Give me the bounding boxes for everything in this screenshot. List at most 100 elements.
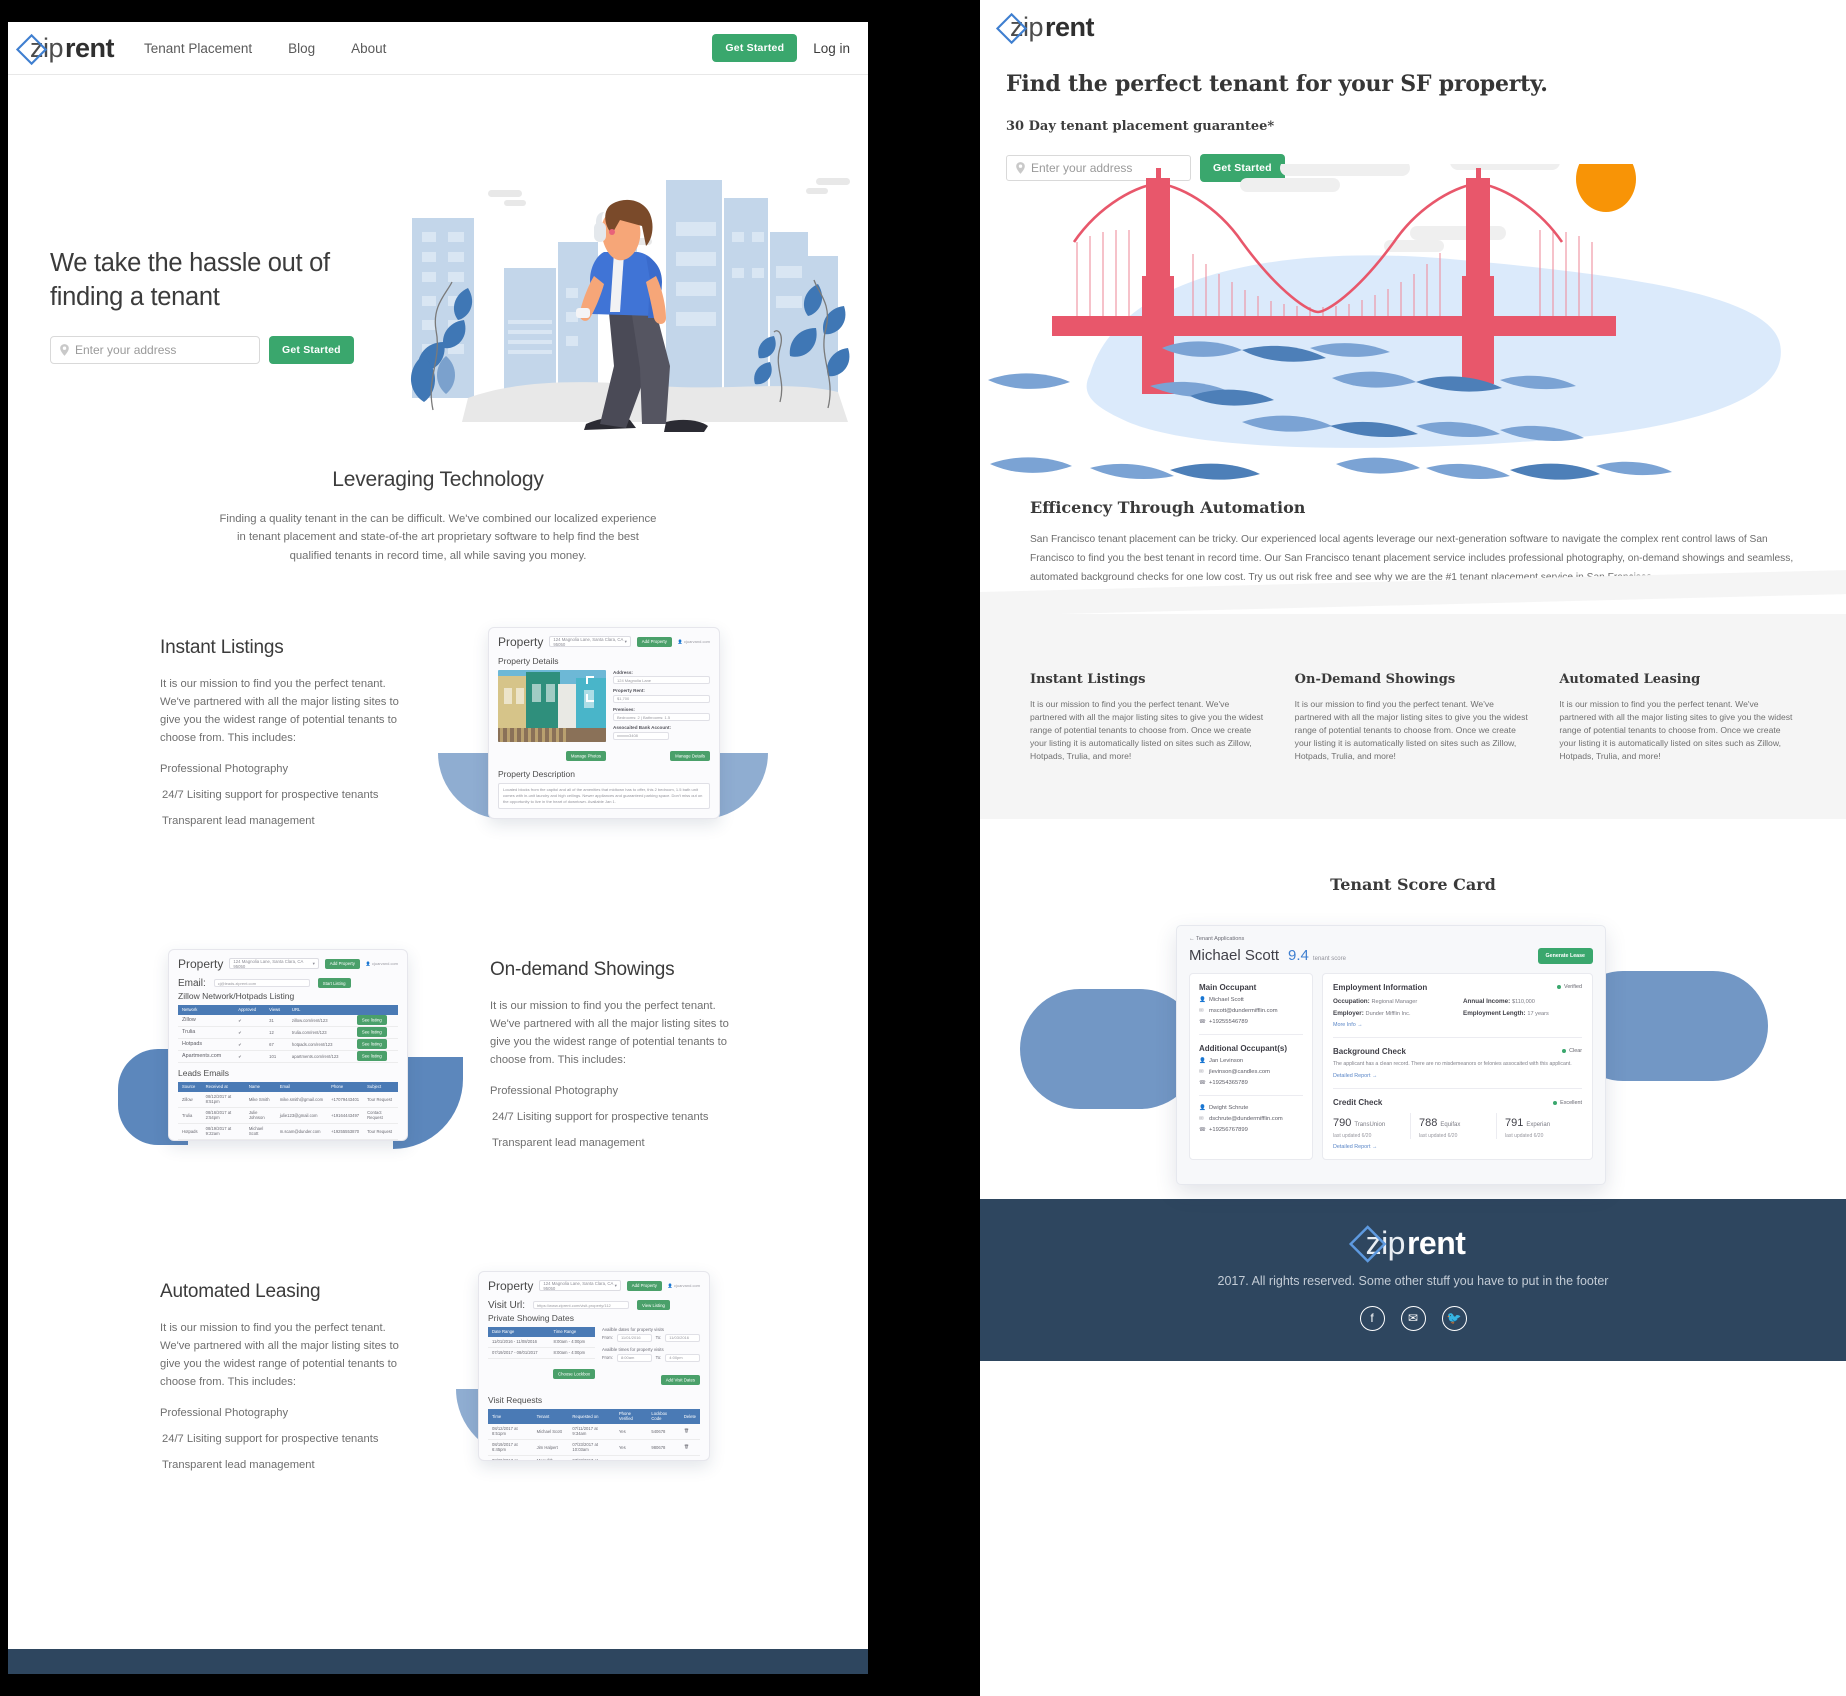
mockup3-add-visit-dates-button[interactable]: Add Visit Dates xyxy=(660,1375,700,1386)
left-hero-form: Enter your address Get Started xyxy=(50,336,380,365)
mockup3-req-col-2: Requested on xyxy=(572,1413,599,1419)
right-footer-copyright: 2017. All rights reserved. Some other st… xyxy=(1217,1273,1609,1288)
right-logo[interactable]: ⃟ ziprent xyxy=(1006,12,1820,43)
mockup2-network-table: Network Approved Views URL Zillow ✔ 31 zill… xyxy=(178,1004,398,1063)
feature-3-bullet-0: Professional Photography xyxy=(160,1407,289,1420)
left-hero-title: We take the hassle out of finding a tena… xyxy=(50,249,330,311)
credit-bureau-name-0: TransUnion xyxy=(1354,1122,1386,1129)
mockup1-manage-photos-button[interactable]: Manage Photos xyxy=(565,751,606,762)
right-logo-rent: rent xyxy=(1045,12,1095,42)
mockup1-address-select[interactable]: 124 Magnolia Lane, Santa Clara, CA 95050… xyxy=(549,636,631,648)
screenshot-stage: ⃟ ziprent Tenant Placement Blog About Ge… xyxy=(0,0,1846,1696)
mockup3-choose-lockbox-button[interactable]: Choose Lockbox xyxy=(552,1369,595,1380)
trash-icon[interactable]: 🗑 xyxy=(680,1439,700,1455)
feature-2-bullet-0: Professional Photography xyxy=(490,1085,619,1098)
mockup3-avail-times-label: Availble times for property visits xyxy=(602,1346,664,1352)
back-to-applications-link[interactable]: ← Tenant Applications xyxy=(1189,936,1593,942)
credit-score-1: 788 xyxy=(1419,1117,1438,1130)
mockup1-field-label-2: Premises: xyxy=(613,706,635,712)
address-input[interactable]: Enter your address xyxy=(50,336,260,365)
mockup2-r1-see-listing-button[interactable]: See listing xyxy=(356,1027,387,1038)
envelope-icon: ✉ xyxy=(1199,1115,1204,1122)
mockup1-field-label-0: Address: xyxy=(613,669,633,675)
mockup2-lead0-email: mike.smith@gmail.com xyxy=(279,1096,324,1102)
mockup3-add-property-button[interactable]: Add Property xyxy=(626,1280,662,1291)
twitter-icon[interactable]: 🐦 xyxy=(1441,1305,1467,1331)
mockup2-lead2-phone: +19255553870 xyxy=(331,1128,360,1134)
mockup1-field-value-2[interactable]: Bedrooms: 2 | Bathrooms: 1.5 xyxy=(613,713,710,722)
mockup3-req-col-3: Phone Verified xyxy=(618,1411,633,1422)
right-hero: Find the perfect tenant for your SF prop… xyxy=(980,43,1846,182)
mockup3-req-col-5: Delete xyxy=(683,1413,696,1419)
mockup2-add-property-button[interactable]: Add Property xyxy=(324,958,360,969)
credit-check-heading: Credit Check xyxy=(1333,1098,1383,1108)
mockup3-time-to-value[interactable]: 4:00pm xyxy=(665,1353,700,1362)
employment-occupation: Occupation: Regional Manager xyxy=(1333,998,1441,1005)
feature-1-copy: Instant Listings It is our mission to fi… xyxy=(160,637,415,828)
mockup3-address-select[interactable]: 124 Magnolia Lane, Santa Clara, CA 95050… xyxy=(539,1280,621,1292)
mockup1-add-property-button[interactable]: Add Property xyxy=(636,636,672,647)
mockup2-address-select[interactable]: 124 Magnolia Lane, Santa Clara, CA 95050… xyxy=(229,958,319,970)
table-row: Hotpads ✔ 67 hotpads.com/rent/123 See listin… xyxy=(178,1038,398,1051)
tenant-score-value: 9.4 xyxy=(1288,946,1309,964)
credit-bureau-2: 791 Experian last updated 6/20 xyxy=(1497,1113,1582,1139)
more-info-link[interactable]: More Info → xyxy=(1333,1022,1582,1028)
mockup3-date-from-value[interactable]: 11/01/2016 xyxy=(616,1333,652,1342)
mockup2-r0-see-listing-button[interactable]: See listing xyxy=(356,1015,387,1026)
left-footer: ⃟ ziprent 2017. All rights reserved. Som… xyxy=(8,1648,868,1674)
right-footer-logo-rent: rent xyxy=(1406,1224,1466,1261)
right-hero-subtitle: 30 Day tenant placement guarantee* xyxy=(1006,119,1275,134)
mockup2-r3-see-listing-button[interactable]: See listing xyxy=(356,1051,387,1062)
score-card-header: Michael Scott 9.4 tenant score Generate … xyxy=(1189,947,1593,964)
background-detailed-report-link[interactable]: Detailed Report → xyxy=(1333,1073,1582,1079)
mockup1-field-label-1: Property Rent: xyxy=(613,688,645,694)
mockup2-leads-heading: Leads Emails xyxy=(178,1067,230,1078)
mockup1-field-value-0[interactable]: 124 Magnolia Lane xyxy=(613,676,710,685)
nav-login-link[interactable]: Log in xyxy=(813,41,850,56)
mockup2-r2-views: 67 xyxy=(269,1041,274,1047)
right-footer-logo[interactable]: ⃟ ziprent xyxy=(1361,1225,1466,1262)
left-logo[interactable]: ⃟ ziprent xyxy=(26,32,115,64)
left-site-panel: ⃟ ziprent Tenant Placement Blog About Ge… xyxy=(8,22,868,1674)
mockup3-date-to-value[interactable]: 11/03/2016 xyxy=(665,1333,700,1342)
mockup3-req0-time: 08/12/2017 at 8:51pm xyxy=(492,1426,518,1437)
mockup3-req2-requested: 07/23/2017 at 3:45pm xyxy=(572,1458,599,1461)
mockup1-field-value-1[interactable]: $1,700 xyxy=(613,694,710,703)
nav-item-blog[interactable]: Blog xyxy=(288,41,315,56)
feature-1-bullet-0: Professional Photography xyxy=(160,763,289,776)
mockup2-email-value[interactable]: cj@leads.ziprent.com xyxy=(213,979,310,988)
facebook-icon[interactable]: f xyxy=(1359,1305,1385,1331)
hero-get-started-button[interactable]: Get Started xyxy=(269,336,354,365)
mockup3-req2-tenant: Meredith Palmer xyxy=(536,1458,553,1461)
trash-icon[interactable]: 🗑 xyxy=(680,1455,700,1460)
mockup2-r3-views: 101 xyxy=(269,1053,277,1059)
mockup3-req0-verified: Yes xyxy=(618,1428,626,1434)
table-row: 08/20/2017 at 7:12am Meredith Palmer 07/23… xyxy=(488,1455,700,1461)
mockup3-time-from-value[interactable]: 8:00am xyxy=(616,1353,652,1362)
mockup1-manage-details-button[interactable]: Manage Details xyxy=(670,751,710,762)
right-col-0-heading: Instant Listings xyxy=(1030,671,1146,687)
right-column-on-demand-showings: On-Demand Showings It is our mission to … xyxy=(1295,672,1532,763)
mockup2-lead-col-4: Phone xyxy=(331,1084,344,1090)
mockup3-r0-date: 11/01/2016 - 11/08/2016 xyxy=(492,1339,538,1345)
applicant-name: Michael Scott xyxy=(1189,946,1280,964)
nav-item-tenant-placement[interactable]: Tenant Placement xyxy=(144,41,252,56)
mockup2-email-label: Email: xyxy=(178,977,206,989)
email-icon[interactable]: ✉ xyxy=(1400,1305,1426,1331)
mockup3-visit-url-value[interactable]: https://www.ziprent.com/visit-property/1… xyxy=(533,1301,630,1310)
mockup1-title: Property xyxy=(498,634,544,649)
employment-heading: Employment Information xyxy=(1333,982,1428,992)
mockup2-r2-url: hotpads.com/rent/123 xyxy=(291,1041,333,1047)
right-column-automated-leasing: Automated Leasing It is our mission to f… xyxy=(1559,672,1796,763)
generate-lease-button[interactable]: Generate Lease xyxy=(1537,947,1593,964)
mockup1-field-value-3[interactable]: xxxxxx3408 xyxy=(613,731,669,740)
mockup2-start-listing-button[interactable]: Start Listing xyxy=(317,978,351,989)
nav-item-about[interactable]: About xyxy=(351,41,386,56)
logo-zip-text: zip xyxy=(30,32,64,63)
mockup2-r2-see-listing-button[interactable]: See listing xyxy=(356,1039,387,1050)
mockup3-view-listing-button[interactable]: View Listing xyxy=(637,1300,670,1311)
trash-icon[interactable]: 🗑 xyxy=(680,1424,700,1440)
nav-get-started-button[interactable]: Get Started xyxy=(712,34,798,62)
mockup3-req0-tenant: Michael Scott xyxy=(536,1428,562,1434)
credit-detailed-report-link[interactable]: Detailed Report → xyxy=(1333,1144,1582,1150)
